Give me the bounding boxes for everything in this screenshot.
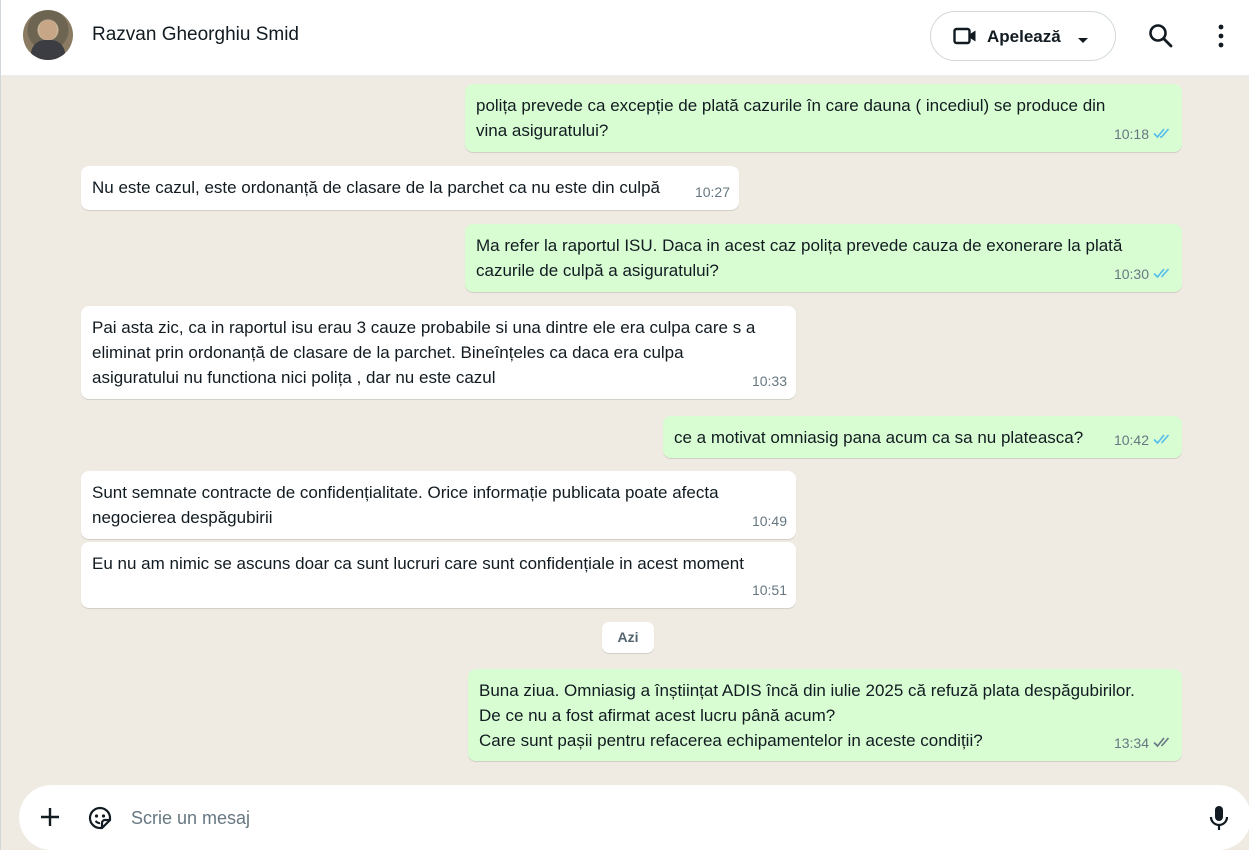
search-icon[interactable] — [1147, 22, 1175, 55]
message-text: Eu nu am nimic se ascuns doar ca sunt lu… — [92, 554, 744, 573]
message-meta: 10:33 — [752, 369, 787, 394]
read-ticks-icon — [1153, 122, 1173, 147]
message-outgoing[interactable]: polița prevede ca excepție de plată cazu… — [465, 84, 1182, 152]
sticker-icon[interactable] — [86, 804, 114, 837]
call-button[interactable]: Apelează — [930, 11, 1116, 61]
message-meta: 10:27 — [695, 180, 730, 205]
avatar-body — [31, 40, 65, 60]
message-meta: 10:49 — [752, 509, 787, 534]
message-incoming[interactable]: Nu este cazul, este ordonanță de clasare… — [81, 166, 739, 210]
message-time: 10:42 — [1113, 432, 1149, 448]
message-meta: 10:30 — [1114, 262, 1173, 287]
read-ticks-icon — [1153, 428, 1173, 453]
mic-icon[interactable] — [1207, 804, 1231, 837]
message-time: 10:30 — [1113, 266, 1149, 282]
day-separator: Azi — [602, 622, 654, 653]
chat-header: Razvan Gheorghiu Smid Apelează — [1, 0, 1249, 76]
message-time: 10:27 — [694, 184, 730, 200]
message-text: Pai asta zic, ca in raportul isu erau 3 … — [92, 318, 756, 387]
message-time: 13:34 — [1113, 735, 1149, 751]
avatar-head — [39, 20, 57, 40]
message-text: polița prevede ca excepție de plată cazu… — [476, 96, 1106, 140]
more-vertical-icon[interactable] — [1211, 22, 1231, 55]
message-time: 10:51 — [751, 582, 787, 598]
message-time: 10:49 — [751, 513, 787, 529]
plus-icon[interactable] — [38, 805, 62, 834]
message-text: Sunt semnate contracte de confidențialit… — [92, 483, 719, 527]
message-input[interactable] — [131, 802, 1181, 834]
chat-window: Razvan Gheorghiu Smid Apelează polița pr… — [0, 0, 1249, 850]
delivered-ticks-icon — [1153, 731, 1173, 756]
message-text: Nu este cazul, este ordonanță de clasare… — [92, 178, 660, 197]
message-composer — [19, 785, 1249, 850]
message-time: 10:18 — [1113, 126, 1149, 142]
message-meta: 10:18 — [1114, 122, 1173, 147]
message-outgoing[interactable]: ce a motivat omniasig pana acum ca sa nu… — [663, 416, 1182, 458]
message-meta: 10:51 — [752, 578, 787, 603]
message-incoming[interactable]: Eu nu am nimic se ascuns doar ca sunt lu… — [81, 542, 796, 608]
chevron-down-icon[interactable] — [1077, 32, 1089, 50]
video-icon — [953, 26, 977, 51]
message-outgoing[interactable]: Ma refer la raportul ISU. Daca in acest … — [465, 224, 1182, 292]
message-meta: 13:34 — [1114, 731, 1173, 756]
message-text: Buna ziua. Omniasig a înștiințat ADIS în… — [479, 681, 1135, 750]
message-outgoing[interactable]: Buna ziua. Omniasig a înștiințat ADIS în… — [468, 669, 1182, 761]
message-text: ce a motivat omniasig pana acum ca sa nu… — [674, 428, 1084, 447]
message-meta: 10:42 — [1114, 428, 1173, 453]
message-time: 10:33 — [751, 373, 787, 389]
message-list: polița prevede ca excepție de plată cazu… — [1, 76, 1249, 784]
message-text: Ma refer la raportul ISU. Daca in acest … — [476, 236, 1123, 280]
avatar[interactable] — [23, 10, 73, 60]
contact-name[interactable]: Razvan Gheorghiu Smid — [92, 24, 299, 46]
read-ticks-icon — [1153, 262, 1173, 287]
message-incoming[interactable]: Sunt semnate contracte de confidențialit… — [81, 471, 796, 539]
message-incoming[interactable]: Pai asta zic, ca in raportul isu erau 3 … — [81, 306, 796, 399]
call-label: Apelează — [987, 27, 1061, 46]
